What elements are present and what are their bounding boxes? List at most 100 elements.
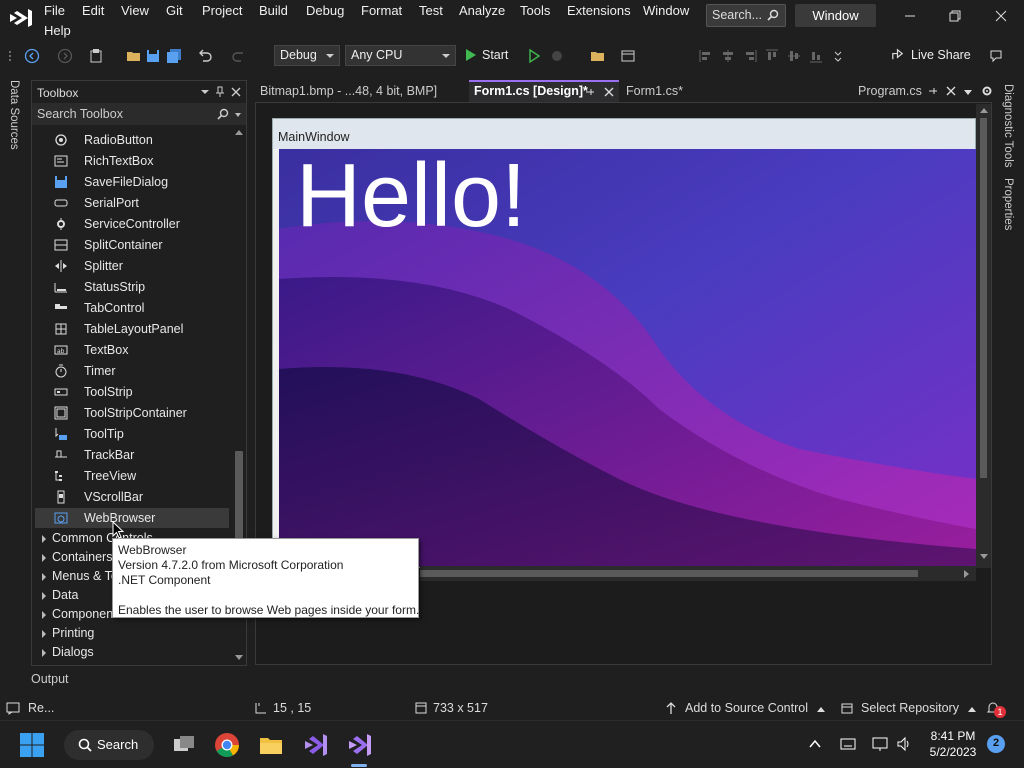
configuration-dropdown[interactable]: Debug — [274, 45, 340, 66]
menu-debug[interactable]: Debug — [306, 3, 344, 18]
redo-icon[interactable] — [231, 48, 247, 64]
save-icon[interactable] — [145, 48, 161, 64]
scrollbar-thumb[interactable] — [980, 118, 987, 478]
tab-form1-design[interactable]: Form1.cs [Design]* — [469, 80, 619, 102]
menu-test[interactable]: Test — [419, 3, 443, 18]
toolbox-item-statusstrip[interactable]: StatusStrip — [35, 277, 229, 297]
close-icon[interactable] — [993, 8, 1009, 24]
menu-tools[interactable]: Tools — [520, 3, 550, 18]
align-bottom-icon[interactable] — [808, 48, 824, 64]
toolbox-item-tabcontrol[interactable]: TabControl — [35, 298, 229, 318]
toolbox-item-servicecontroller[interactable]: ServiceController — [35, 214, 229, 234]
feedback-icon[interactable] — [988, 48, 1004, 64]
form-preview[interactable]: MainWindow Hello! — [272, 118, 976, 568]
output-tab[interactable]: Output — [31, 672, 69, 686]
select-repository-button[interactable]: Select Repository — [861, 701, 977, 715]
restore-icon[interactable] — [947, 8, 963, 24]
align-top-icon[interactable] — [764, 48, 780, 64]
hot-reload-icon[interactable] — [549, 48, 565, 64]
diagnostic-tools-tab[interactable]: Diagnostic Tools — [1002, 84, 1014, 168]
keyboard-icon[interactable] — [840, 737, 856, 751]
toolbox-item-toolstrip[interactable]: ToolStrip — [35, 382, 229, 402]
menu-view[interactable]: View — [121, 3, 149, 18]
layout-icon[interactable] — [620, 48, 636, 64]
chevron-up-icon[interactable] — [808, 737, 822, 751]
visual-studio-logo-icon[interactable] — [8, 7, 34, 29]
properties-tab[interactable]: Properties — [1002, 178, 1014, 230]
toolbox-item-serialport[interactable]: SerialPort — [35, 193, 229, 213]
scrollbar-thumb[interactable] — [420, 570, 918, 577]
toolbar-overflow-icon[interactable] — [830, 48, 846, 64]
scroll-down-icon[interactable] — [235, 655, 243, 661]
notification-center-badge[interactable]: 2 — [987, 735, 1005, 753]
tab-program-cs[interactable]: Program.cs — [853, 80, 979, 102]
designer-horizontal-scrollbar[interactable] — [420, 566, 976, 581]
pin-icon[interactable] — [585, 87, 595, 97]
scroll-up-icon[interactable] — [235, 129, 243, 135]
output-window-icon[interactable] — [6, 701, 20, 715]
menu-git[interactable]: Git — [166, 3, 183, 18]
chrome-icon[interactable] — [214, 732, 240, 758]
pin-icon[interactable] — [928, 86, 938, 96]
toolbox-item-splitcontainer[interactable]: SplitContainer — [35, 235, 229, 255]
toolbox-item-tablelayoutpanel[interactable]: TableLayoutPanel — [35, 319, 229, 339]
tab-bitmap1[interactable]: Bitmap1.bmp - ...48, 4 bit, BMP] — [255, 80, 467, 102]
toolbox-category-printing[interactable]: Printing — [35, 624, 229, 643]
menu-build[interactable]: Build — [259, 3, 288, 18]
search-options-icon[interactable] — [235, 113, 241, 117]
back-icon[interactable] — [24, 48, 40, 64]
close-tab-icon[interactable] — [946, 86, 956, 96]
toolbox-item-splitter[interactable]: Splitter — [35, 256, 229, 276]
toolbox-item-savefiledialog[interactable]: SaveFileDialog — [35, 172, 229, 192]
file-explorer-icon[interactable] — [258, 732, 284, 758]
menu-extensions[interactable]: Extensions — [567, 3, 631, 18]
system-clock[interactable]: 8:41 PM 5/2/2023 — [926, 728, 980, 760]
menu-format[interactable]: Format — [361, 3, 402, 18]
menu-edit[interactable]: Edit — [82, 3, 104, 18]
close-panel-icon[interactable] — [230, 86, 242, 98]
toolbox-item-tooltip[interactable]: ToolTip — [35, 424, 229, 444]
menu-analyze[interactable]: Analyze — [459, 3, 505, 18]
align-left-icon[interactable] — [698, 48, 714, 64]
form-background-image[interactable]: Hello! — [279, 149, 976, 567]
visual-studio-preview-icon[interactable] — [302, 732, 328, 758]
platform-dropdown[interactable]: Any CPU — [345, 45, 456, 66]
menu-file[interactable]: File — [44, 3, 65, 18]
toolbox-item-toolstripcontainer[interactable]: ToolStripContainer — [35, 403, 229, 423]
gear-icon[interactable] — [981, 85, 993, 97]
visual-studio-icon[interactable] — [346, 732, 372, 758]
designer-vertical-scrollbar[interactable] — [976, 104, 991, 568]
live-share-button[interactable]: Live Share — [890, 48, 971, 62]
scroll-down-icon[interactable] — [980, 554, 988, 560]
pin-icon[interactable] — [214, 86, 226, 98]
toolbox-item-richtextbox[interactable]: RichTextBox — [35, 151, 229, 171]
close-tab-icon[interactable] — [604, 87, 614, 97]
task-view-icon[interactable] — [171, 732, 197, 758]
menu-project[interactable]: Project — [202, 3, 242, 18]
toolbox-item-vscrollbar[interactable]: VScrollBar — [35, 487, 229, 507]
minimize-icon[interactable] — [902, 8, 918, 24]
window-title-button[interactable]: Window — [795, 4, 876, 27]
tab-form1-cs[interactable]: Form1.cs* — [621, 80, 721, 102]
start-button[interactable]: Start — [464, 46, 508, 66]
open-folder-icon[interactable] — [126, 48, 142, 64]
taskbar-search-button[interactable]: Search — [64, 730, 154, 760]
solution-folder-icon[interactable] — [590, 48, 606, 64]
chevron-down-icon[interactable] — [199, 86, 211, 98]
toolbox-item-webbrowser[interactable]: WebBrowser — [35, 508, 229, 528]
windows-start-icon[interactable] — [19, 732, 45, 758]
toolbox-item-timer[interactable]: Timer — [35, 361, 229, 381]
toolbox-category-dialogs[interactable]: Dialogs — [35, 643, 229, 662]
align-middle-icon[interactable] — [786, 48, 802, 64]
toolbox-item-trackbar[interactable]: TrackBar — [35, 445, 229, 465]
global-search-input[interactable]: Search... — [706, 4, 786, 27]
new-project-icon[interactable] — [88, 48, 104, 64]
forward-icon[interactable] — [57, 48, 73, 64]
add-to-source-control-button[interactable]: Add to Source Control — [685, 701, 826, 715]
data-sources-tab[interactable]: Data Sources — [8, 80, 20, 150]
chevron-down-icon[interactable] — [963, 88, 973, 98]
scroll-up-icon[interactable] — [980, 107, 988, 113]
save-all-icon[interactable] — [166, 48, 182, 64]
menu-window[interactable]: Window — [643, 3, 689, 18]
toolbox-item-textbox[interactable]: ab TextBox — [35, 340, 229, 360]
